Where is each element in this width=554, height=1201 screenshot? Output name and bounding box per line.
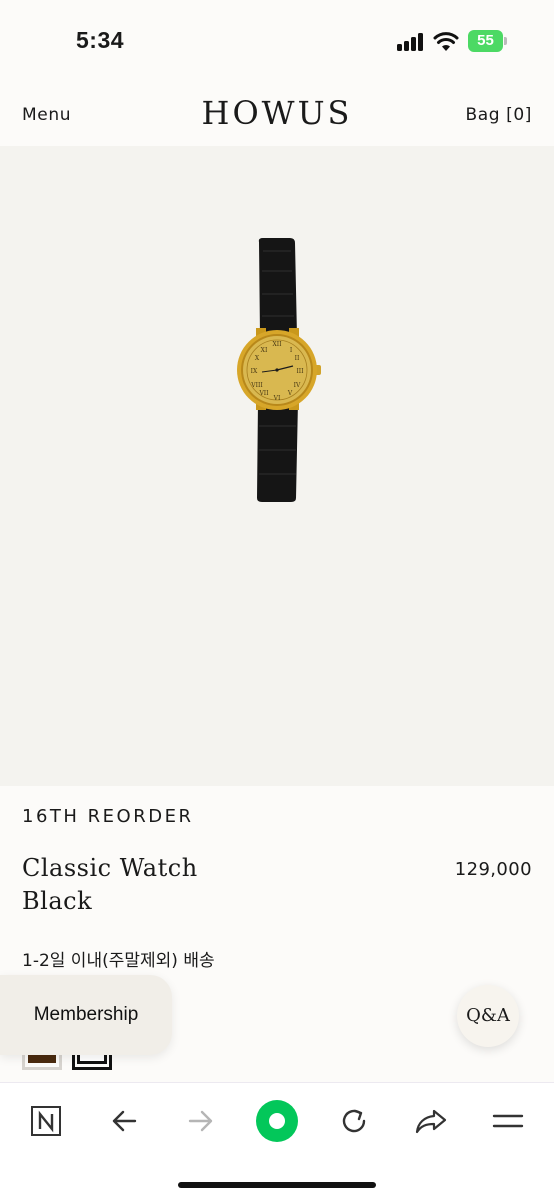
product-name: Classic Watch Black: [22, 852, 198, 918]
svg-text:III: III: [296, 368, 304, 375]
status-time: 5:34: [76, 27, 125, 53]
shipping-note: 1-2일 이내(주말제외) 배송: [22, 951, 215, 971]
forward-arrow-icon[interactable]: [177, 1097, 225, 1145]
svg-text:XII: XII: [272, 341, 282, 348]
svg-text:X: X: [255, 355, 260, 362]
svg-text:XI: XI: [261, 347, 268, 354]
back-arrow-icon[interactable]: [100, 1097, 148, 1145]
green-record-icon[interactable]: [253, 1097, 301, 1145]
naver-n-icon[interactable]: [22, 1097, 70, 1145]
battery-level: 55: [468, 30, 503, 52]
svg-text:VI: VI: [273, 395, 281, 402]
reorder-tag: 16TH REORDER: [22, 806, 194, 827]
svg-text:V: V: [287, 390, 293, 397]
svg-text:II: II: [295, 355, 300, 362]
home-indicator: [178, 1182, 376, 1188]
wifi-icon: [433, 32, 459, 51]
product-price: 129,000: [454, 859, 532, 880]
svg-text:VIII: VIII: [250, 382, 263, 389]
product-name-line2: Black: [22, 887, 93, 915]
qna-button[interactable]: Q&A: [457, 985, 519, 1047]
svg-text:VII: VII: [258, 390, 269, 397]
refresh-icon[interactable]: [330, 1097, 378, 1145]
svg-text:IX: IX: [251, 368, 258, 375]
battery-icon: 55: [468, 30, 507, 52]
svg-text:IV: IV: [294, 382, 301, 389]
site-header: Menu HOWUS Bag [0]: [0, 84, 554, 146]
cellular-signal-icon: [397, 33, 425, 51]
product-image[interactable]: XII III VI IX I II IV V VII VIII X XI: [0, 146, 554, 786]
share-icon[interactable]: [407, 1097, 455, 1145]
membership-button[interactable]: Membership: [0, 975, 172, 1055]
watch-image: XII III VI IX I II IV V VII VIII X XI: [237, 238, 321, 502]
status-bar: 5:34 55: [0, 0, 554, 84]
product-name-line1: Classic Watch: [22, 854, 198, 882]
bag-button[interactable]: Bag [0]: [465, 105, 532, 125]
menu-icon[interactable]: [484, 1097, 532, 1145]
